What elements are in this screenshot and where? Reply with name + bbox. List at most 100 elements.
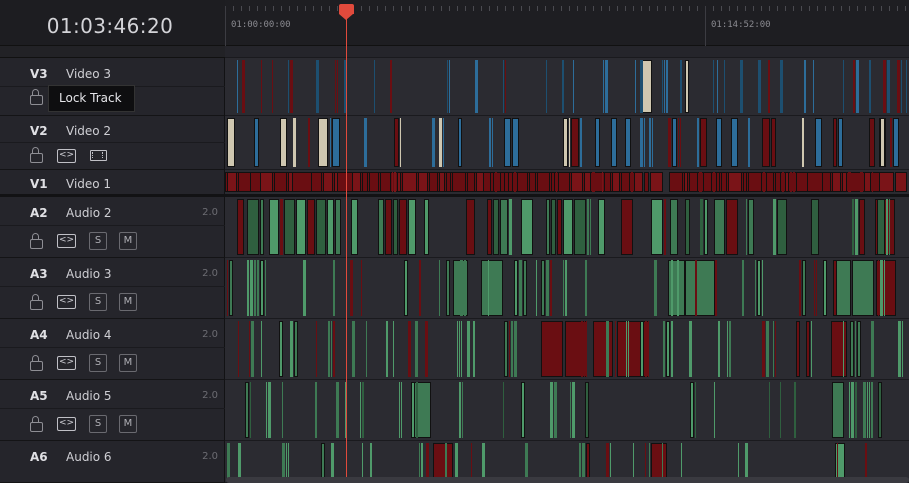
clip[interactable] bbox=[461, 321, 462, 377]
clip[interactable] bbox=[550, 260, 552, 316]
clip[interactable] bbox=[419, 443, 420, 480]
clip[interactable] bbox=[254, 118, 259, 167]
clip[interactable] bbox=[855, 321, 856, 377]
clip[interactable] bbox=[571, 118, 579, 167]
clip[interactable] bbox=[775, 172, 781, 192]
clip[interactable] bbox=[311, 172, 322, 192]
clip[interactable] bbox=[280, 199, 283, 255]
clip[interactable] bbox=[887, 60, 890, 113]
clip[interactable] bbox=[352, 172, 361, 192]
clip[interactable] bbox=[738, 443, 739, 480]
clip[interactable] bbox=[867, 382, 868, 438]
clip[interactable] bbox=[742, 260, 744, 316]
clip[interactable] bbox=[334, 172, 338, 192]
clip[interactable] bbox=[621, 172, 630, 192]
clip[interactable] bbox=[728, 172, 742, 192]
clip[interactable] bbox=[625, 118, 631, 167]
clip[interactable] bbox=[799, 260, 801, 316]
clip[interactable] bbox=[557, 199, 562, 255]
clip[interactable] bbox=[804, 60, 806, 113]
clip[interactable] bbox=[703, 172, 712, 192]
clip[interactable] bbox=[288, 60, 289, 113]
clip[interactable] bbox=[878, 260, 879, 316]
clip[interactable] bbox=[590, 199, 591, 255]
clip[interactable] bbox=[901, 60, 902, 113]
clip[interactable] bbox=[592, 172, 595, 192]
clip[interactable] bbox=[265, 260, 266, 316]
clip[interactable] bbox=[464, 260, 466, 316]
clip[interactable] bbox=[393, 321, 394, 377]
clip[interactable] bbox=[893, 118, 899, 167]
clip[interactable] bbox=[238, 443, 241, 480]
track-name[interactable]: Video 1 bbox=[66, 177, 111, 191]
clip[interactable] bbox=[393, 199, 398, 255]
clip[interactable] bbox=[718, 321, 720, 377]
clip[interactable] bbox=[525, 443, 528, 480]
clip[interactable] bbox=[411, 382, 415, 438]
mute-button[interactable]: M bbox=[119, 232, 137, 250]
clip[interactable] bbox=[612, 172, 620, 192]
clip[interactable] bbox=[336, 382, 339, 438]
clip[interactable] bbox=[401, 382, 402, 438]
clip[interactable] bbox=[768, 60, 770, 113]
clip[interactable] bbox=[666, 321, 670, 377]
clip[interactable] bbox=[775, 321, 776, 377]
clip[interactable] bbox=[748, 199, 754, 255]
clip[interactable] bbox=[802, 118, 804, 167]
lane-v3[interactable] bbox=[225, 58, 909, 116]
clip[interactable] bbox=[288, 172, 293, 192]
auto-select-button[interactable]: <> bbox=[57, 234, 76, 248]
clip[interactable] bbox=[649, 443, 650, 480]
clip[interactable] bbox=[816, 260, 817, 316]
clip[interactable] bbox=[272, 60, 273, 113]
clip[interactable] bbox=[394, 172, 396, 192]
clip[interactable] bbox=[763, 172, 765, 192]
clip[interactable] bbox=[280, 118, 287, 167]
clip[interactable] bbox=[681, 443, 682, 480]
clip[interactable] bbox=[554, 382, 557, 438]
clip[interactable] bbox=[850, 321, 854, 377]
clip[interactable] bbox=[871, 382, 873, 438]
clip[interactable] bbox=[364, 118, 367, 167]
clip[interactable] bbox=[823, 260, 827, 316]
clip[interactable] bbox=[286, 443, 287, 480]
clip[interactable] bbox=[745, 443, 748, 480]
clip[interactable] bbox=[685, 60, 689, 113]
clip[interactable] bbox=[237, 60, 238, 113]
track-name[interactable]: Audio 2 bbox=[66, 206, 112, 220]
clip[interactable] bbox=[416, 382, 418, 438]
clip[interactable] bbox=[460, 260, 463, 316]
clip[interactable] bbox=[443, 118, 444, 167]
playhead-handle[interactable] bbox=[339, 4, 354, 20]
clip[interactable] bbox=[290, 321, 293, 377]
clip[interactable] bbox=[279, 321, 283, 377]
clip[interactable] bbox=[872, 172, 873, 192]
clip[interactable] bbox=[419, 260, 421, 316]
clip[interactable] bbox=[883, 60, 886, 113]
clip[interactable] bbox=[769, 382, 770, 438]
clip[interactable] bbox=[487, 199, 492, 255]
clip[interactable] bbox=[251, 321, 254, 377]
clip[interactable] bbox=[856, 60, 859, 113]
track-name[interactable]: Audio 5 bbox=[66, 389, 112, 403]
clip[interactable] bbox=[593, 321, 613, 377]
clip[interactable] bbox=[563, 118, 568, 167]
clip[interactable] bbox=[585, 382, 589, 438]
clip[interactable] bbox=[716, 118, 722, 167]
clip[interactable] bbox=[678, 118, 679, 167]
clip[interactable] bbox=[254, 260, 256, 316]
video-toggle-icon[interactable] bbox=[90, 150, 107, 161]
clip[interactable] bbox=[621, 199, 633, 255]
clip[interactable] bbox=[606, 321, 609, 377]
clip[interactable] bbox=[729, 321, 731, 377]
clip[interactable] bbox=[562, 60, 564, 113]
clip[interactable] bbox=[780, 60, 783, 113]
clip[interactable] bbox=[762, 260, 763, 316]
clip[interactable] bbox=[268, 382, 271, 438]
clip[interactable] bbox=[863, 382, 866, 438]
clip[interactable] bbox=[584, 172, 591, 192]
clip[interactable] bbox=[556, 172, 557, 192]
clip[interactable] bbox=[288, 443, 289, 480]
clip[interactable] bbox=[471, 443, 472, 480]
lane-a2[interactable] bbox=[225, 197, 909, 258]
